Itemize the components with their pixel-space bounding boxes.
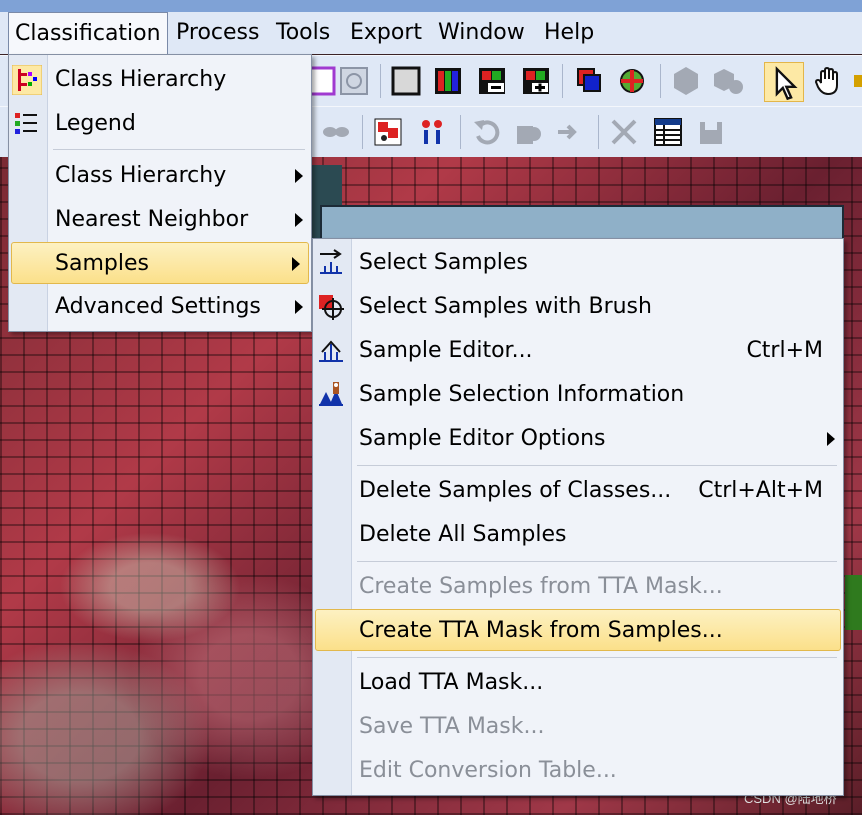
polygon-icon[interactable] [670, 65, 702, 97]
menu-item-delete-samples-of-classes[interactable]: Delete Samples of Classes... Ctrl+Alt+M [313, 470, 843, 512]
rotate-icon[interactable] [470, 116, 502, 148]
menu-item-label: Delete All Samples [359, 522, 567, 547]
submenu-arrow-icon [295, 213, 303, 227]
menu-item-edit-conversion-table[interactable]: Edit Conversion Table... [313, 750, 843, 792]
menu-window[interactable]: Window [432, 12, 531, 54]
image-view-icon[interactable] [338, 65, 370, 97]
sample-points-icon[interactable] [416, 116, 448, 148]
toolbar-separator [660, 64, 661, 98]
menu-process[interactable]: Process [170, 12, 265, 54]
submenu-arrow-icon [295, 300, 303, 314]
pan-hand-icon[interactable] [812, 65, 844, 97]
menu-separator [357, 657, 837, 658]
sample-brush-icon[interactable] [372, 116, 404, 148]
sample-info-icon [319, 382, 343, 406]
menu-item-label: Select Samples with Brush [359, 294, 652, 319]
green-class-region [845, 575, 862, 630]
menu-item-label: Class Hierarchy [55, 67, 227, 92]
select-samples-icon [320, 249, 342, 274]
menu-tools[interactable]: Tools [270, 12, 336, 54]
overlay-icon[interactable] [574, 65, 606, 97]
add-layer-icon[interactable] [520, 65, 552, 97]
toolbar-separator [562, 64, 563, 98]
menu-item-sample-editor-options[interactable]: Sample Editor Options [313, 418, 843, 460]
menu-item-load-tta-mask[interactable]: Load TTA Mask... [313, 662, 843, 704]
menu-item-label: Save TTA Mask... [359, 714, 545, 739]
menu-item-shortcut: Ctrl+Alt+M [698, 478, 823, 503]
menu-item-sample-editor[interactable]: Sample Editor... Ctrl+M [313, 330, 843, 372]
toolbar-separator [380, 64, 381, 98]
menu-classification[interactable]: Classification [8, 12, 168, 55]
menu-separator [357, 465, 837, 466]
menu-item-save-tta-mask[interactable]: Save TTA Mask... [313, 706, 843, 748]
single-layer-icon[interactable] [390, 65, 422, 97]
menu-item-label: Create TTA Mask from Samples... [359, 618, 723, 643]
menu-item-label: Samples [55, 251, 149, 276]
toolbar-more-icon[interactable] [852, 65, 862, 97]
menu-item-label: Sample Selection Information [359, 382, 685, 407]
menu-item-label: Class Hierarchy [55, 163, 227, 188]
sample-editor-icon [319, 340, 343, 362]
link-objects-icon[interactable] [320, 116, 352, 148]
rgb-layers-icon[interactable] [432, 65, 464, 97]
menu-item-advanced-settings[interactable]: Advanced Settings [9, 286, 311, 328]
cut-icon[interactable] [554, 116, 586, 148]
menu-item-select-samples-brush[interactable]: Select Samples with Brush [313, 286, 843, 328]
menu-item-create-tta-mask[interactable]: Create TTA Mask from Samples... [315, 609, 841, 651]
menu-item-label: Delete Samples of Classes... [359, 478, 672, 503]
table-icon[interactable] [652, 116, 684, 148]
remove-layer-icon[interactable] [476, 65, 508, 97]
menu-item-shortcut: Ctrl+M [746, 338, 823, 363]
submenu-arrow-icon [827, 432, 835, 446]
menu-item-label: Advanced Settings [55, 294, 261, 319]
menu-separator [357, 561, 837, 562]
menu-item-label: Edit Conversion Table... [359, 758, 617, 783]
menu-item-sample-selection-info[interactable]: Sample Selection Information [313, 374, 843, 416]
object-shape-icon[interactable] [512, 116, 544, 148]
classification-menu: Class Hierarchy Legend Class Hierarchy N… [8, 54, 312, 332]
menu-item-label: Sample Editor Options [359, 426, 606, 451]
menu-bar: Classification Process Tools Export Wind… [0, 12, 862, 55]
menu-item-nearest-neighbor[interactable]: Nearest Neighbor [9, 199, 311, 241]
submenu-arrow-icon [292, 257, 300, 271]
pointer-tool-button[interactable] [764, 62, 804, 102]
toolbar-separator [362, 115, 363, 149]
menu-export[interactable]: Export [344, 12, 428, 54]
menu-item-samples[interactable]: Samples [11, 242, 309, 284]
menu-item-select-samples[interactable]: Select Samples [313, 242, 843, 284]
menu-help[interactable]: Help [538, 12, 600, 54]
menu-item-label: Create Samples from TTA Mask... [359, 574, 723, 599]
pointer-arrow-icon [775, 66, 798, 101]
menu-item-class-hierarchy[interactable]: Class Hierarchy [9, 59, 311, 101]
classification-view-icon[interactable] [616, 65, 648, 97]
polygon-multi-icon[interactable] [712, 65, 744, 97]
menu-item-label: Select Samples [359, 250, 528, 275]
toolbar-separator [598, 115, 599, 149]
save-table-icon[interactable] [696, 116, 728, 148]
menu-item-class-hierarchy-submenu[interactable]: Class Hierarchy [9, 155, 311, 197]
class-hierarchy-icon [12, 65, 42, 95]
menu-separator [53, 149, 305, 150]
submenu-arrow-icon [295, 169, 303, 183]
menu-item-create-samples-from-tta[interactable]: Create Samples from TTA Mask... [313, 566, 843, 608]
tools-icon[interactable] [608, 116, 640, 148]
brush-samples-icon [319, 295, 344, 320]
toolbar-separator [460, 115, 461, 149]
legend-icon [15, 113, 37, 134]
menu-item-label: Legend [55, 111, 136, 136]
menu-item-legend[interactable]: Legend [9, 103, 311, 145]
menu-item-label: Sample Editor... [359, 338, 533, 363]
menu-item-label: Load TTA Mask... [359, 670, 544, 695]
menu-item-delete-all-samples[interactable]: Delete All Samples [313, 514, 843, 556]
samples-submenu: Select Samples Select Samples with Brush… [312, 238, 844, 796]
menu-item-label: Nearest Neighbor [55, 207, 249, 232]
